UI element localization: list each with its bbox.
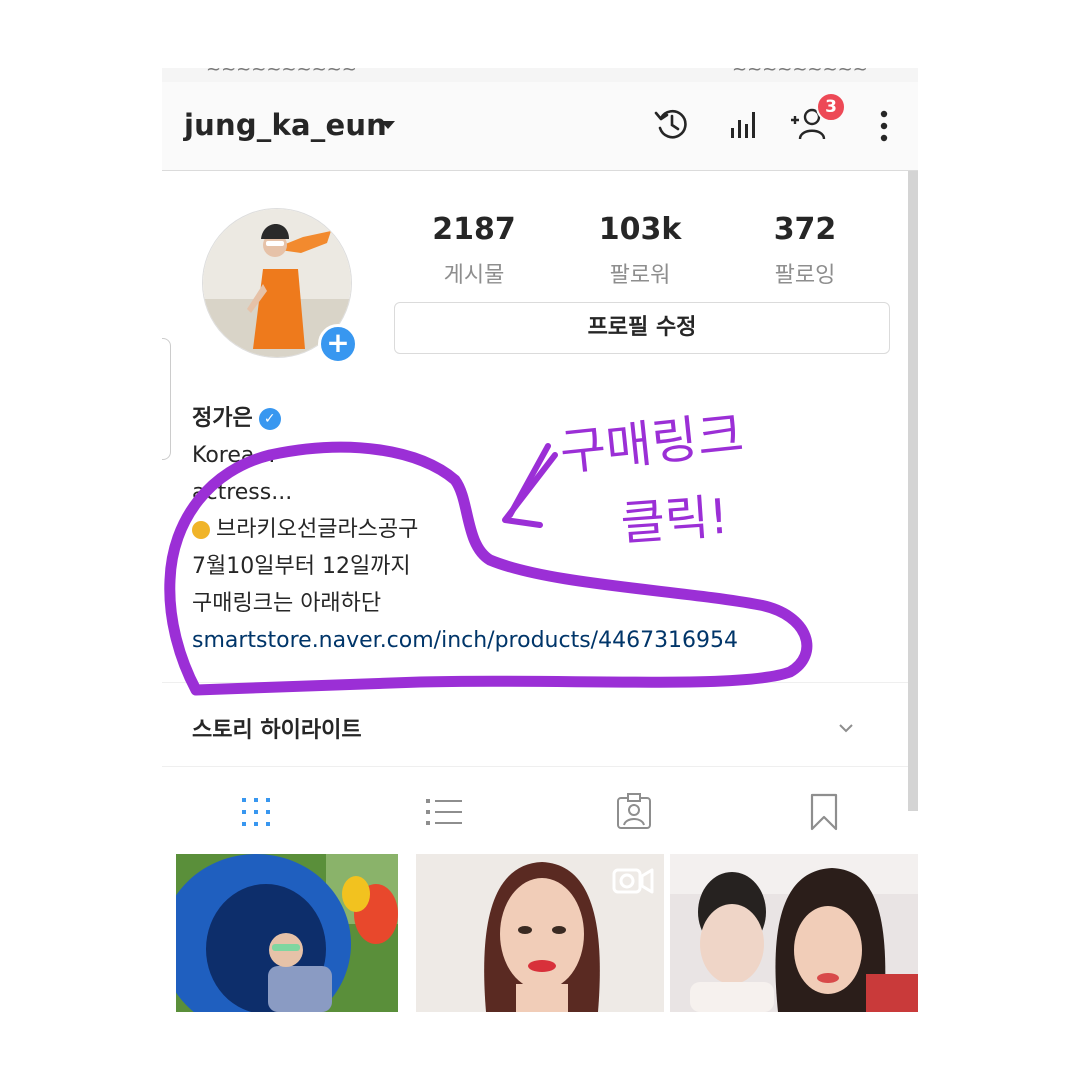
scrollbar[interactable] [908,171,918,811]
list-view-icon[interactable] [424,792,464,832]
post-thumbnail[interactable] [176,854,398,1012]
notification-badge: 3 [816,92,846,122]
tagged-icon[interactable] [614,792,654,832]
stat-posts[interactable]: 2187 게시물 [404,212,544,289]
post-thumbnail[interactable] [416,854,664,1012]
username-switcher[interactable]: jung_ka_eun [184,108,387,142]
divider [162,682,908,683]
top-bar: jung_ka_eun 3 [162,82,918,171]
bio-line: 브라키오선글라스공구 [216,517,419,542]
profile-tabs [162,776,908,846]
stat-following[interactable]: 372 팔로잉 [735,212,875,289]
profile-bio: 정가은 ✓ Korea... actress... 브라키오선글라스공구 7월10… [192,400,892,659]
profile-name: 정가은 [192,406,253,431]
post-grid [162,854,918,1012]
followers-label: 팔로워 [609,263,671,288]
chevron-down-icon[interactable] [836,718,856,738]
more-options-icon[interactable] [870,106,898,146]
posts-count: 2187 [432,212,516,247]
add-story-plus-icon[interactable]: + [318,324,358,364]
bio-line: actress... [192,480,293,505]
stat-followers[interactable]: 103k 팔로워 [570,212,710,289]
video-camera-icon [612,868,654,894]
history-icon[interactable] [652,104,692,144]
post-thumbnail[interactable] [670,854,918,1012]
edit-profile-button[interactable]: 프로필 수정 [394,302,890,354]
bio-line: 7월10일부터 12일까지 [192,554,411,579]
followers-count: 103k [598,212,682,247]
post-image-slide [176,854,398,1012]
following-count: 372 [773,212,837,247]
bio-link[interactable]: smartstore.naver.com/inch/products/44673… [192,622,892,659]
chevron-down-icon[interactable] [381,121,395,129]
grid-view-icon[interactable] [236,792,276,832]
divider [162,766,908,767]
bio-line: 구매링크는 아래하단 [192,591,382,616]
status-bar: ~~~~~~~~~~ ~~~~~~~~~ [162,68,918,82]
bio-line: Korea... [192,443,276,468]
phone-screen: ~~~~~~~~~~ ~~~~~~~~~ jung_ka_eun 3 + 218… [162,68,918,1012]
story-highlights-label[interactable]: 스토리 하이라이트 [192,712,362,744]
post-image-two-people [670,854,918,1012]
verified-badge-icon: ✓ [258,408,281,430]
following-label: 팔로잉 [774,263,836,288]
posts-label: 게시물 [443,263,505,288]
insights-icon[interactable] [724,104,764,144]
saved-icon[interactable] [804,792,844,832]
coin-emoji-icon [192,521,210,539]
side-panel-edge [162,338,171,460]
